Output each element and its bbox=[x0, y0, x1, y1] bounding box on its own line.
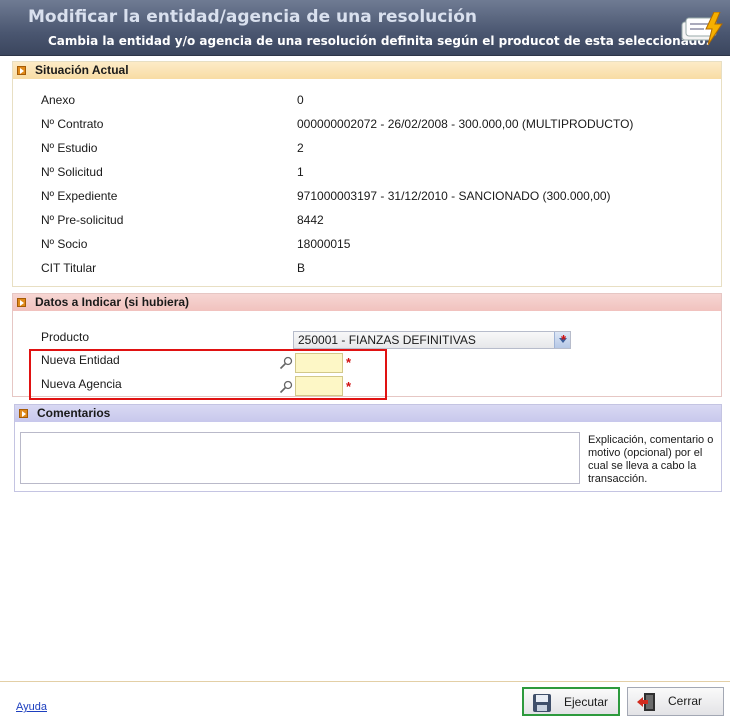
label-expediente: Nº Expediente bbox=[41, 189, 118, 203]
cerrar-button[interactable]: Cerrar bbox=[627, 687, 724, 716]
datos-header: Datos a Indicar (si hubiera) bbox=[13, 294, 721, 311]
comentarios-panel: Comentarios Explicación, comentario o mo… bbox=[14, 404, 722, 492]
label-solicitud: Nº Solicitud bbox=[41, 165, 103, 179]
ejecutar-button[interactable]: Ejecutar bbox=[522, 687, 620, 716]
page-title: Modificar la entidad/agencia de una reso… bbox=[28, 7, 477, 27]
label-estudio: Nº Estudio bbox=[41, 141, 98, 155]
situacion-actual-header: Situación Actual bbox=[13, 62, 721, 79]
producto-required-mark: * bbox=[561, 332, 567, 347]
situacion-actual-title: Situación Actual bbox=[35, 63, 129, 77]
comentarios-title: Comentarios bbox=[37, 406, 111, 420]
producto-label: Producto bbox=[41, 330, 90, 344]
value-cit-titular: B bbox=[297, 261, 306, 275]
label-anexo: Anexo bbox=[41, 93, 76, 107]
collapse-arrow-icon[interactable] bbox=[17, 66, 26, 75]
search-icon[interactable] bbox=[279, 380, 293, 394]
collapse-arrow-icon[interactable] bbox=[17, 298, 26, 307]
header-bar: Modificar la entidad/agencia de una reso… bbox=[0, 0, 730, 56]
situacion-actual-panel: Situación Actual Anexo 0 Nº Contrato 000… bbox=[12, 61, 722, 287]
value-anexo: 0 bbox=[297, 93, 304, 107]
producto-select[interactable]: 250001 - FIANZAS DEFINITIVAS bbox=[293, 331, 571, 349]
value-expediente: 971000003197 - 31/12/2010 - SANCIONADO (… bbox=[297, 189, 611, 203]
nueva-agencia-input[interactable] bbox=[295, 376, 343, 396]
save-disk-icon bbox=[533, 694, 551, 712]
nueva-entidad-label: Nueva Entidad bbox=[41, 353, 120, 367]
cerrar-label: Cerrar bbox=[668, 694, 703, 708]
comentarios-textarea[interactable] bbox=[20, 432, 580, 484]
search-icon[interactable] bbox=[279, 356, 293, 370]
producto-selected-value: 250001 - FIANZAS DEFINITIVAS bbox=[298, 333, 476, 347]
nueva-entidad-input[interactable] bbox=[295, 353, 343, 373]
value-estudio: 2 bbox=[297, 141, 304, 155]
value-solicitud: 1 bbox=[297, 165, 304, 179]
value-contrato: 000000002072 - 26/02/2008 - 300.000,00 (… bbox=[297, 117, 634, 131]
help-link[interactable]: Ayuda bbox=[16, 701, 47, 713]
card-lightning-icon bbox=[681, 12, 723, 46]
label-contrato: Nº Contrato bbox=[41, 117, 104, 131]
collapse-arrow-icon[interactable] bbox=[19, 409, 28, 418]
footer-divider bbox=[0, 681, 730, 682]
value-socio: 18000015 bbox=[297, 237, 351, 251]
comentarios-help-text: Explicación, comentario o motivo (opcion… bbox=[588, 434, 714, 485]
label-cit-titular: CIT Titular bbox=[41, 261, 97, 275]
datos-title: Datos a Indicar (si hubiera) bbox=[35, 295, 190, 309]
agencia-required-mark: * bbox=[346, 379, 352, 394]
ejecutar-label: Ejecutar bbox=[564, 695, 609, 709]
page-subtitle: Cambia la entidad y/o agencia de una res… bbox=[48, 34, 711, 48]
entidad-required-mark: * bbox=[346, 355, 352, 370]
exit-door-icon bbox=[637, 693, 655, 711]
label-socio: Nº Socio bbox=[41, 237, 88, 251]
label-pre-solicitud: Nº Pre-solicitud bbox=[41, 213, 124, 227]
nueva-agencia-label: Nueva Agencia bbox=[41, 377, 122, 391]
value-pre-solicitud: 8442 bbox=[297, 213, 324, 227]
datos-panel: Datos a Indicar (si hubiera) Producto 25… bbox=[12, 293, 722, 400]
comentarios-header: Comentarios bbox=[15, 405, 721, 422]
